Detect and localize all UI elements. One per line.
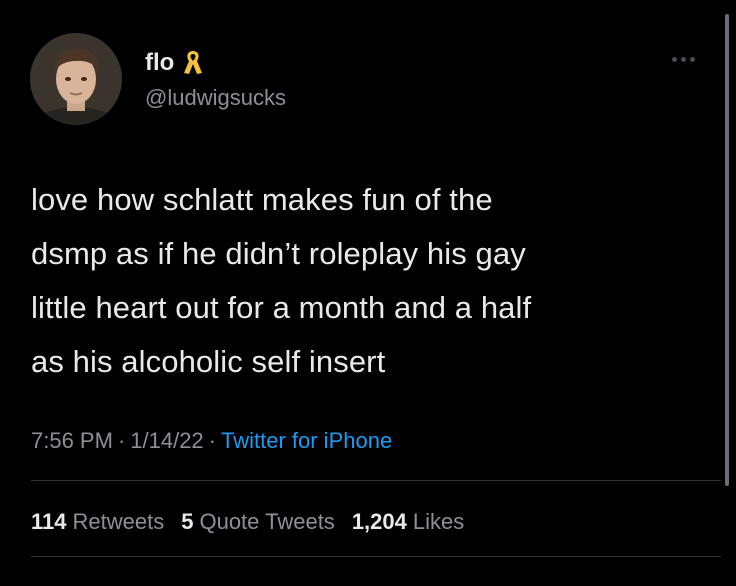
tweet-date[interactable]: 1/14/22 <box>130 428 203 453</box>
divider <box>31 480 721 481</box>
avatar[interactable] <box>30 33 122 125</box>
tweet-stats: 114 Retweets 5 Quote Tweets 1,204 Likes <box>31 505 464 539</box>
tweet-meta: 7:56 PM · 1/14/22 · Twitter for iPhone <box>31 424 392 458</box>
avatar-photo <box>30 33 122 125</box>
meta-separator: · <box>208 428 216 453</box>
divider <box>31 556 721 557</box>
retweets-label: Retweets <box>72 509 165 534</box>
tweet-text: love how schlatt makes fun of the dsmp a… <box>31 182 532 379</box>
quote-tweets-label: Quote Tweets <box>199 509 335 534</box>
tweet-source-link[interactable]: Twitter for iPhone <box>221 428 392 453</box>
author-display-name[interactable]: flo <box>145 49 174 77</box>
more-options-icon[interactable] <box>672 52 702 66</box>
likes-count: 1,204 <box>351 509 407 534</box>
meta-separator: · <box>117 428 126 453</box>
author-name-row: flo <box>145 49 204 77</box>
likes-label: Likes <box>412 509 465 534</box>
quote-tweets-count: 5 <box>181 509 194 534</box>
retweets-count: 114 <box>31 509 67 534</box>
likes-stat[interactable]: 1,204 Likes <box>352 505 464 539</box>
author-handle[interactable]: @ludwigsucks <box>145 84 286 112</box>
yellow-ribbon-icon <box>182 49 204 77</box>
retweets-stat[interactable]: 114 Retweets <box>31 505 164 539</box>
scrollbar[interactable] <box>725 14 729 486</box>
quote-tweets-stat[interactable]: 5 Quote Tweets <box>181 505 335 539</box>
tweet-card: flo @ludwigsucks love how schlatt makes … <box>0 0 736 586</box>
tweet-time[interactable]: 7:56 PM <box>31 428 113 453</box>
